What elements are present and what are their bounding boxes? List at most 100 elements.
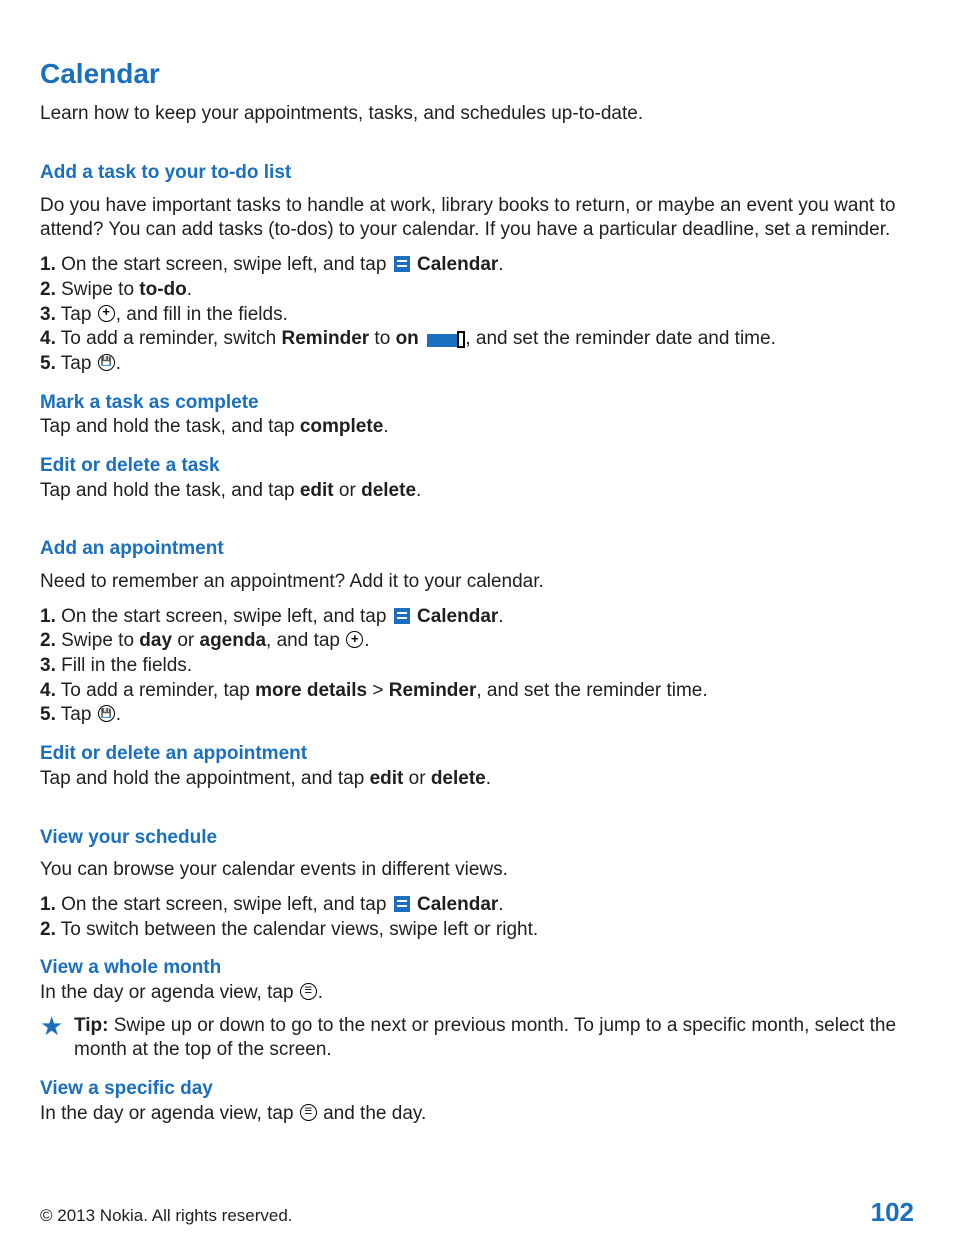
more-details-label: more details [255,680,367,701]
text: . [318,982,323,1003]
save-icon [98,354,115,371]
step-text: Swipe to [56,279,139,300]
calendar-tile-icon [394,608,410,624]
text: Tap and hold the appointment, and tap [40,768,370,789]
step-number: 1. [40,894,56,915]
step-text: Swipe to [56,630,139,651]
page-number: 102 [871,1196,914,1230]
step-text: . [498,894,503,915]
step-number: 2. [40,919,56,940]
step-text: On the start screen, swipe left, and tap [56,606,392,627]
calendar-label: Calendar [412,606,499,627]
step-text: Tap [56,704,97,725]
footer: © 2013 Nokia. All rights reserved. 102 [40,1196,914,1230]
section-heading-view-schedule: View your schedule [40,826,914,851]
step: 5. Tap . [40,352,914,377]
step: 1. On the start screen, swipe left, and … [40,893,914,918]
reminder-label: Reminder [389,680,477,701]
text: and the day. [318,1103,426,1124]
tip-label: Tip: [74,1015,108,1036]
step-text: . [116,353,121,374]
plus-icon [98,305,115,322]
step-text: On the start screen, swipe left, and tap [56,894,392,915]
delete-label: delete [431,768,486,789]
subheading-view-whole-month: View a whole month [40,956,914,981]
step: 2. To switch between the calendar views,… [40,918,914,943]
todo-label: to-do [139,279,186,300]
sub-body: Tap and hold the appointment, and tap ed… [40,767,914,792]
step-text: To add a reminder, switch [56,328,282,349]
step: 4. To add a reminder, switch Reminder to… [40,327,914,352]
step-number: 2. [40,279,56,300]
copyright-text: © 2013 Nokia. All rights reserved. [40,1205,293,1227]
step: 2. Swipe to day or agenda, and tap . [40,629,914,654]
step-text: . [187,279,192,300]
section-heading-add-task: Add a task to your to-do list [40,161,914,186]
step-number: 4. [40,680,56,701]
agenda-label: agenda [200,630,267,651]
intro-text: Learn how to keep your appointments, tas… [40,102,914,127]
step-text: On the start screen, swipe left, and tap [56,254,392,275]
step-text: To add a reminder, tap [56,680,255,701]
edit-label: edit [370,768,404,789]
tip-text: Swipe up or down to go to the next or pr… [74,1015,896,1061]
manual-page: Calendar Learn how to keep your appointm… [0,0,954,1258]
step-text: , and set the reminder date and time. [460,328,776,349]
month-view-icon [300,983,317,1000]
star-icon: ★ [40,1015,68,1037]
subheading-view-specific-day: View a specific day [40,1077,914,1102]
sub-body: Tap and hold the task, and tap edit or d… [40,479,914,504]
step-number: 3. [40,304,56,325]
subheading-mark-complete: Mark a task as complete [40,391,914,416]
text: . [416,480,421,501]
step-text: . [364,630,369,651]
toggle-icon [427,334,457,347]
edit-label: edit [300,480,334,501]
step-text: . [116,704,121,725]
step-text: . [498,606,503,627]
day-label: day [139,630,172,651]
sub-body: In the day or agenda view, tap and the d… [40,1102,914,1127]
step-number: 5. [40,704,56,725]
calendar-label: Calendar [412,254,499,275]
step-number: 1. [40,254,56,275]
steps-list: 1. On the start screen, swipe left, and … [40,893,914,942]
text: . [383,416,388,437]
text: In the day or agenda view, tap [40,1103,299,1124]
text: Tap and hold the task, and tap [40,416,300,437]
step-number: 5. [40,353,56,374]
reminder-label: Reminder [282,328,370,349]
text: In the day or agenda view, tap [40,982,299,1003]
step: 4. To add a reminder, tap more details >… [40,679,914,704]
step: 3. Fill in the fields. [40,654,914,679]
text: or [403,768,430,789]
step-text: To switch between the calendar views, sw… [56,919,538,940]
step-text: . [498,254,503,275]
steps-list: 1. On the start screen, swipe left, and … [40,605,914,728]
section-body: Need to remember an appointment? Add it … [40,570,914,595]
step-text: Fill in the fields. [56,655,192,676]
month-view-icon [300,1104,317,1121]
step-text: , and set the reminder time. [476,680,707,701]
step-text: , and tap [266,630,345,651]
sub-body: In the day or agenda view, tap . [40,981,914,1006]
sub-body: Tap and hold the task, and tap complete. [40,415,914,440]
complete-label: complete [300,416,383,437]
tip-body: Tip: Swipe up or down to go to the next … [74,1014,914,1063]
step: 1. On the start screen, swipe left, and … [40,605,914,630]
section-heading-add-appointment: Add an appointment [40,537,914,562]
delete-label: delete [361,480,416,501]
step: 2. Swipe to to-do. [40,278,914,303]
calendar-tile-icon [394,256,410,272]
text: . [486,768,491,789]
step-number: 4. [40,328,56,349]
step-text: Tap [56,353,97,374]
step: 5. Tap . [40,703,914,728]
section-body: Do you have important tasks to handle at… [40,194,914,243]
save-icon [98,705,115,722]
subheading-edit-delete-appointment: Edit or delete an appointment [40,742,914,767]
step-text: > [367,680,389,701]
tip-box: ★ Tip: Swipe up or down to go to the nex… [40,1014,914,1063]
page-title: Calendar [40,56,914,92]
step-text: to [369,328,395,349]
